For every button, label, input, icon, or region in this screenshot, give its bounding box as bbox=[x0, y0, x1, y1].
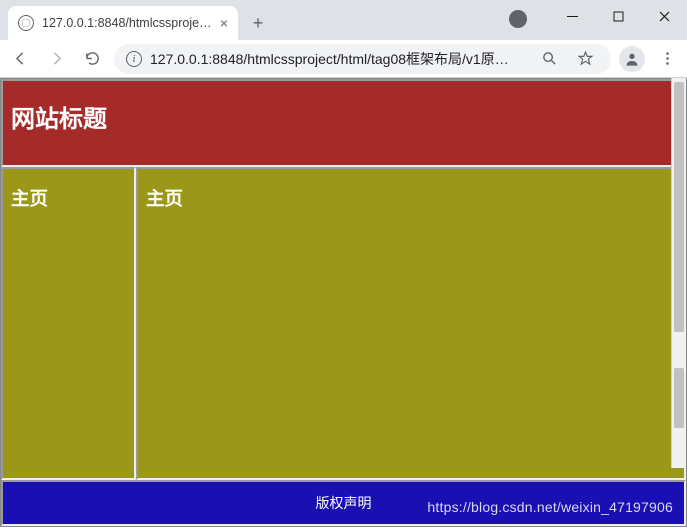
page-frameset: 网站标题 主页 主页 版权声明 bbox=[0, 78, 687, 527]
main-heading: 主页 bbox=[138, 169, 684, 227]
scrollbar-vertical[interactable] bbox=[671, 78, 686, 468]
bookmark-star-icon[interactable] bbox=[571, 45, 599, 73]
window-close-button[interactable] bbox=[641, 0, 687, 32]
close-tab-icon[interactable]: × bbox=[220, 16, 228, 30]
search-icon[interactable] bbox=[535, 45, 563, 73]
back-button[interactable] bbox=[6, 45, 34, 73]
window-minimize-button[interactable] bbox=[549, 0, 595, 32]
frame-header: 网站标题 bbox=[1, 79, 686, 167]
scrollbar-thumb[interactable] bbox=[674, 82, 684, 332]
scrollbar-thumb[interactable] bbox=[674, 368, 684, 428]
footer-text: 版权声明 bbox=[316, 493, 372, 513]
reload-button[interactable] bbox=[78, 45, 106, 73]
profile-indicator-icon bbox=[509, 10, 527, 28]
forward-button[interactable] bbox=[42, 45, 70, 73]
new-tab-button[interactable]: + bbox=[244, 9, 272, 37]
tab-title: 127.0.0.1:8848/htmlcssproject/ bbox=[42, 16, 212, 30]
profile-avatar-button[interactable] bbox=[619, 46, 645, 72]
url-text: 127.0.0.1:8848/htmlcssproject/html/tag08… bbox=[150, 49, 527, 69]
frame-footer: 版权声明 bbox=[1, 480, 686, 526]
kebab-menu-icon[interactable] bbox=[653, 45, 681, 73]
frame-nav: 主页 bbox=[1, 167, 136, 480]
browser-tab[interactable]: 127.0.0.1:8848/htmlcssproject/ × bbox=[8, 6, 238, 40]
site-info-icon[interactable]: i bbox=[126, 51, 142, 67]
nav-heading: 主页 bbox=[3, 169, 134, 227]
site-title: 网站标题 bbox=[3, 81, 684, 152]
window-maximize-button[interactable] bbox=[595, 0, 641, 32]
address-bar[interactable]: i 127.0.0.1:8848/htmlcssproject/html/tag… bbox=[114, 44, 611, 74]
globe-icon bbox=[18, 15, 34, 31]
frame-main: 主页 bbox=[136, 167, 686, 480]
